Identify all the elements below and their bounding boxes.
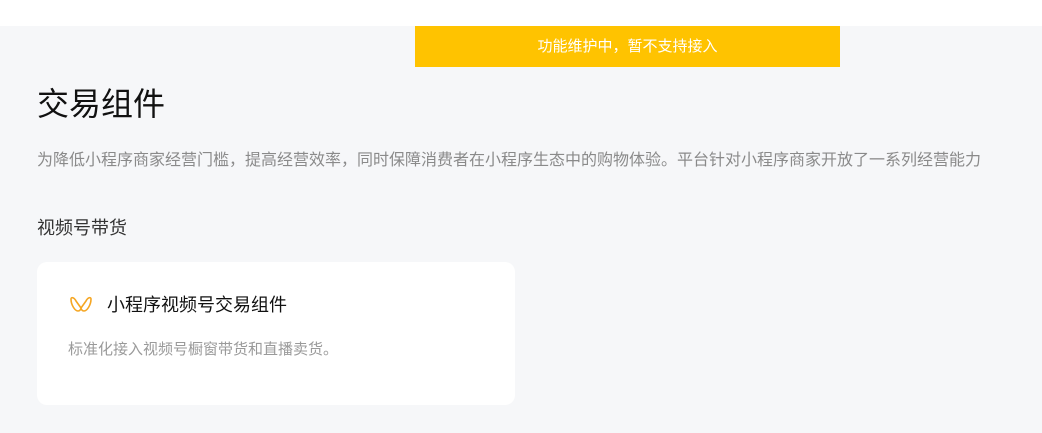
page-title: 交易组件 (37, 85, 166, 123)
card-description: 标准化接入视频号橱窗带货和直播卖货。 (68, 340, 339, 358)
top-bar (0, 0, 1042, 26)
page-description: 为降低小程序商家经营门槛，提高经营效率，同时保障消费者在小程序生态中的购物体验。… (37, 150, 982, 169)
channels-trade-component-card[interactable]: 小程序视频号交易组件 标准化接入视频号橱窗带货和直播卖货。 (37, 262, 515, 405)
section-title: 视频号带货 (37, 218, 127, 239)
channels-icon (70, 296, 92, 312)
page-content: 交易组件 为降低小程序商家经营门槛，提高经营效率，同时保障消费者在小程序生态中的… (0, 26, 1042, 433)
maintenance-banner: 功能维护中，暂不支持接入 (415, 26, 840, 67)
card-title: 小程序视频号交易组件 (107, 295, 287, 316)
